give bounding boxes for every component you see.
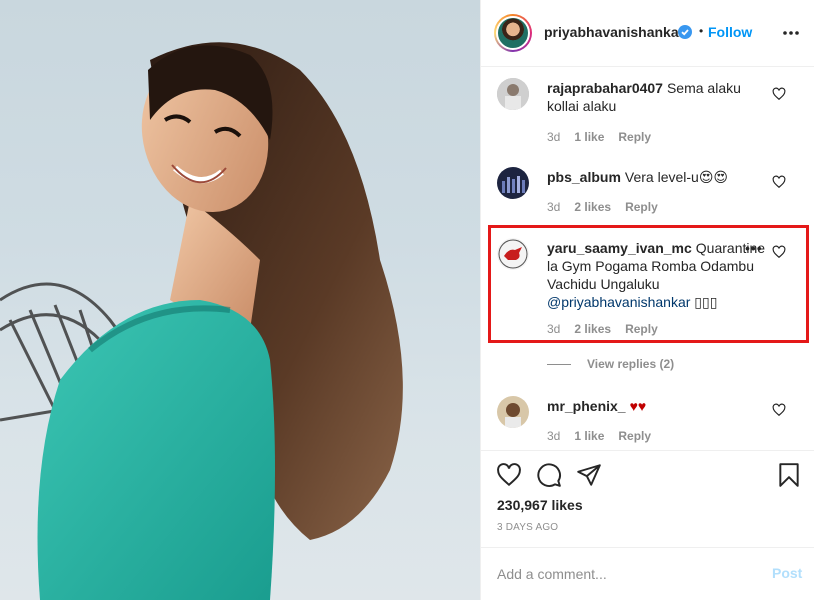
verified-badge-icon bbox=[678, 25, 692, 39]
author-avatar[interactable] bbox=[494, 14, 532, 52]
reply-button[interactable]: Reply bbox=[618, 429, 651, 443]
post-actions: 230,967 likes 3 DAYS AGO bbox=[481, 450, 814, 548]
replies-divider-line bbox=[547, 363, 571, 365]
reply-button[interactable]: Reply bbox=[625, 200, 658, 214]
reply-button[interactable]: Reply bbox=[618, 130, 651, 144]
comment-text: rajaprabahar0407 Sema alaku kollai alaku bbox=[547, 79, 757, 115]
view-replies-link[interactable]: View replies (2) bbox=[547, 357, 674, 371]
commenter-avatar[interactable] bbox=[497, 78, 529, 110]
more-options-icon[interactable] bbox=[781, 25, 801, 41]
commenter-username[interactable]: mr_phenix_ bbox=[547, 398, 626, 414]
comment-like-heart-icon[interactable] bbox=[772, 403, 786, 417]
commenter-username[interactable]: rajaprabahar0407 bbox=[547, 80, 663, 96]
commenter-username[interactable]: pbs_album bbox=[547, 169, 621, 185]
post-header: priyabhavanishankar • Follow bbox=[481, 0, 814, 67]
comments-list[interactable]: rajaprabahar0407 Sema alaku kollai alaku … bbox=[481, 68, 814, 450]
photo-illustration bbox=[0, 42, 403, 600]
instagram-post-view: priyabhavanishankar • Follow rajaprabaha… bbox=[0, 0, 814, 600]
comment-like-heart-icon[interactable] bbox=[772, 175, 786, 189]
comment-meta: 3d 1 like Reply bbox=[547, 130, 651, 144]
comment-meta: 3d 1 like Reply bbox=[547, 429, 651, 443]
comment-like-heart-icon[interactable] bbox=[772, 87, 786, 101]
comment-body-hearts: ♥♥ bbox=[629, 398, 647, 414]
header-separator: • bbox=[699, 24, 704, 38]
commenter-avatar[interactable] bbox=[497, 167, 529, 199]
comment-time[interactable]: 3d bbox=[547, 429, 560, 443]
posted-time[interactable]: 3 DAYS AGO bbox=[497, 522, 558, 533]
add-comment-input[interactable] bbox=[497, 564, 747, 584]
red-highlight-box bbox=[488, 225, 809, 343]
post-details-panel: priyabhavanishankar • Follow rajaprabaha… bbox=[480, 0, 814, 600]
share-icon[interactable] bbox=[576, 462, 602, 488]
add-comment-bar: Post bbox=[481, 547, 814, 600]
comment-text: mr_phenix_ ♥♥ bbox=[547, 397, 757, 415]
likes-count[interactable]: 230,967 likes bbox=[497, 497, 583, 513]
author-username[interactable]: priyabhavanishankar bbox=[544, 24, 684, 40]
comment-likes[interactable]: 1 like bbox=[574, 429, 604, 443]
commenter-avatar[interactable] bbox=[497, 396, 529, 428]
follow-button[interactable]: Follow bbox=[708, 24, 752, 40]
bookmark-icon[interactable] bbox=[776, 462, 802, 488]
post-comment-button[interactable]: Post bbox=[772, 565, 802, 581]
comment-text: pbs_album Vera level-u😍😍 bbox=[547, 168, 757, 186]
comment-body: Vera level-u😍😍 bbox=[624, 169, 729, 185]
comment-likes[interactable]: 2 likes bbox=[574, 200, 611, 214]
heart-icon[interactable] bbox=[496, 462, 522, 488]
post-photo[interactable] bbox=[0, 0, 480, 600]
comment-meta: 3d 2 likes Reply bbox=[547, 200, 658, 214]
comment-likes[interactable]: 1 like bbox=[574, 130, 604, 144]
comment-time[interactable]: 3d bbox=[547, 200, 560, 214]
comment-time[interactable]: 3d bbox=[547, 130, 560, 144]
view-replies-label: View replies (2) bbox=[587, 357, 675, 371]
comment-icon[interactable] bbox=[536, 462, 562, 488]
